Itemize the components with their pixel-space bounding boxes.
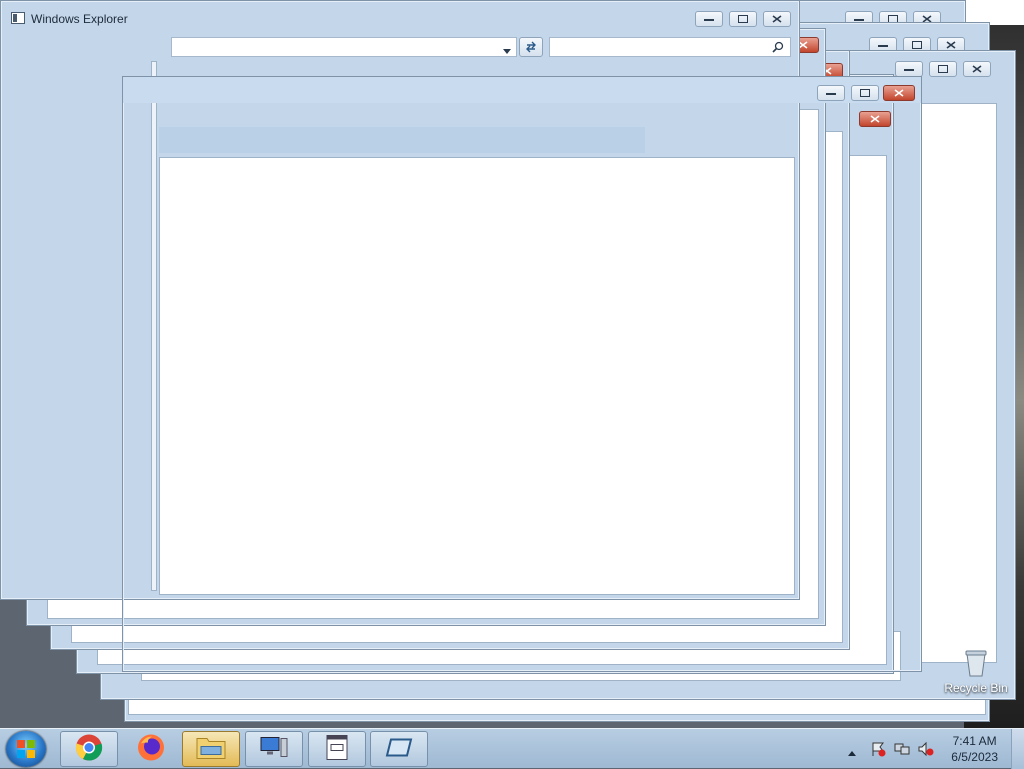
close-button[interactable] — [883, 85, 915, 101]
recycle-bin-icon — [961, 650, 991, 681]
recycle-bin-label: Recycle Bin — [944, 681, 1008, 695]
network-icon[interactable] — [894, 741, 910, 760]
address-bar[interactable] — [171, 37, 517, 57]
taskbar-notepad-button[interactable] — [308, 731, 366, 767]
taskbar: 7:41 AM 6/5/2023 — [0, 728, 1024, 769]
action-center-icon[interactable] — [870, 741, 886, 760]
show-hidden-icons-icon[interactable] — [848, 745, 856, 759]
close-button[interactable] — [963, 61, 991, 77]
maximize-button[interactable] — [929, 61, 957, 77]
volume-muted-icon[interactable] — [918, 741, 934, 760]
overlay-window-band — [159, 127, 645, 153]
clock[interactable]: 7:41 AM 6/5/2023 — [951, 733, 998, 765]
overlay-window-title-bar — [123, 77, 921, 103]
clock-date: 6/5/2023 — [951, 750, 998, 764]
minimize-button[interactable] — [895, 61, 923, 77]
minimize-button[interactable] — [695, 11, 723, 27]
explorer-window-icon — [11, 12, 25, 24]
overlay-window[interactable] — [122, 76, 922, 672]
refresh-button[interactable] — [519, 37, 543, 57]
chrome-icon — [75, 734, 103, 765]
window-title: Windows Explorer — [31, 12, 128, 26]
computer-icon — [259, 735, 289, 764]
document-icon — [326, 735, 348, 764]
windows-logo-icon — [17, 740, 35, 761]
start-button[interactable] — [6, 731, 46, 767]
close-button[interactable] — [763, 11, 791, 27]
show-desktop-button[interactable] — [1011, 729, 1024, 769]
search-input[interactable] — [549, 37, 791, 57]
taskbar-computer-button[interactable] — [245, 731, 303, 767]
overlay-window-secondary-close[interactable] — [859, 111, 891, 127]
search-icon — [772, 41, 784, 56]
taskbar-chrome-button[interactable] — [60, 731, 118, 767]
clock-time: 7:41 AM — [952, 734, 997, 748]
system-tray: 7:41 AM 6/5/2023 — [834, 729, 1024, 769]
maximize-button[interactable] — [851, 85, 879, 101]
maximize-button[interactable] — [729, 11, 757, 27]
taskbar-window-button[interactable] — [370, 731, 428, 767]
taskbar-firefox-button[interactable] — [122, 731, 180, 767]
window-client-area — [921, 103, 997, 663]
window-icon — [385, 738, 413, 761]
minimize-button[interactable] — [817, 85, 845, 101]
taskbar-file-explorer-button[interactable] — [182, 731, 240, 767]
chevron-down-icon[interactable] — [503, 44, 511, 58]
firefox-icon — [137, 734, 165, 765]
recycle-bin[interactable]: Recycle Bin — [944, 648, 1008, 695]
folder-icon — [196, 735, 226, 764]
